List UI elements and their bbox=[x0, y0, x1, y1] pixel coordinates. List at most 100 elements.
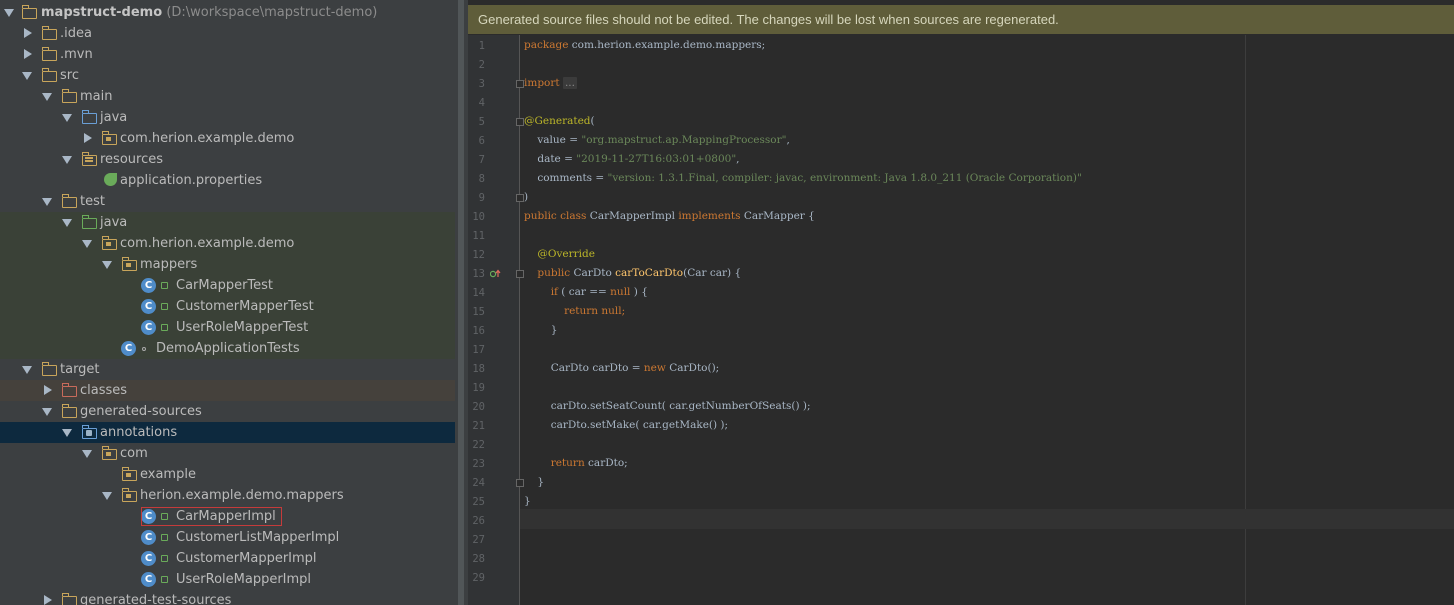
tree-row-user-role-mapper-impl[interactable]: C UserRoleMapperImpl bbox=[0, 569, 455, 590]
line-number[interactable]: 15 bbox=[468, 306, 485, 318]
line-number[interactable]: 11 bbox=[468, 230, 485, 242]
tree-row-application-properties[interactable]: application.properties bbox=[0, 170, 455, 191]
tree-row-annotations[interactable]: annotations bbox=[0, 422, 455, 443]
tree-row-test[interactable]: test bbox=[0, 191, 455, 212]
line-number[interactable]: 14 bbox=[468, 287, 485, 299]
code-line-5[interactable]: import ... bbox=[524, 77, 577, 89]
tree-row-gen-mappers[interactable]: herion.example.demo.mappers bbox=[0, 485, 455, 506]
code-line-13[interactable]: public class CarMapperImpl implements Ca… bbox=[524, 210, 815, 222]
code-line-23[interactable]: carDto.setSeatCount( car.getNumberOfSeat… bbox=[524, 400, 811, 412]
collapse-arrow[interactable] bbox=[44, 595, 52, 605]
code-line-9[interactable]: value = "org.mapstruct.ap.MappingProcess… bbox=[524, 134, 789, 146]
tree-row-customer-mapper-impl[interactable]: C CustomerMapperImpl bbox=[0, 548, 455, 569]
splitter-handle[interactable] bbox=[458, 0, 464, 605]
expand-arrow[interactable] bbox=[42, 198, 52, 206]
expand-arrow[interactable] bbox=[82, 240, 92, 248]
line-number[interactable]: 16 bbox=[468, 325, 485, 337]
tree-row-demo-application-tests[interactable]: C DemoApplicationTests bbox=[0, 338, 455, 359]
code-line-10[interactable]: date = "2019-11-27T16:03:01+0800", bbox=[524, 153, 739, 165]
code-editor[interactable]: Generated source files should not be edi… bbox=[468, 0, 1454, 605]
line-number[interactable]: 27 bbox=[468, 534, 485, 546]
expand-arrow[interactable] bbox=[4, 9, 14, 17]
tree-row-user-role-mapper-test[interactable]: C UserRoleMapperTest bbox=[0, 317, 455, 338]
tree-row-test-mappers[interactable]: mappers bbox=[0, 254, 455, 275]
line-number[interactable]: 22 bbox=[468, 439, 485, 451]
code-line-19[interactable]: } bbox=[524, 324, 558, 336]
expand-arrow[interactable] bbox=[82, 450, 92, 458]
code-line-16[interactable]: public CarDto carToCarDto(Car car) { bbox=[524, 267, 741, 279]
code-line-15[interactable]: @Override bbox=[524, 248, 595, 260]
expand-arrow[interactable] bbox=[22, 366, 32, 374]
collapse-arrow[interactable] bbox=[24, 49, 32, 59]
implements-marker-icon[interactable] bbox=[490, 269, 501, 278]
line-number[interactable]: 17 bbox=[468, 344, 485, 356]
fold-toggle-import[interactable] bbox=[516, 80, 524, 88]
fold-toggle-method-end[interactable] bbox=[516, 479, 524, 487]
line-number[interactable]: 8 bbox=[468, 173, 485, 185]
line-number[interactable]: 24 bbox=[468, 477, 485, 489]
line-number[interactable]: 2 bbox=[468, 59, 485, 71]
tree-row-customer-list-mapper-impl[interactable]: C CustomerListMapperImpl bbox=[0, 527, 455, 548]
code-line-21[interactable]: CarDto carDto = new CarDto(); bbox=[524, 362, 720, 374]
expand-arrow[interactable] bbox=[22, 72, 32, 80]
folded-imports[interactable]: ... bbox=[562, 77, 577, 89]
code-line-8[interactable]: @Generated( bbox=[524, 115, 595, 127]
tree-row-classes[interactable]: classes bbox=[0, 380, 455, 401]
tree-row-car-mapper-test[interactable]: C CarMapperTest bbox=[0, 275, 455, 296]
tree-row-src[interactable]: src bbox=[0, 65, 455, 86]
collapse-arrow[interactable] bbox=[24, 28, 32, 38]
line-number[interactable]: 25 bbox=[468, 496, 485, 508]
line-number[interactable]: 4 bbox=[468, 97, 485, 109]
tree-row-generated-sources[interactable]: generated-sources bbox=[0, 401, 455, 422]
expand-arrow[interactable] bbox=[62, 114, 72, 122]
expand-arrow[interactable] bbox=[42, 408, 52, 416]
code-line-17[interactable]: if ( car == null ) { bbox=[524, 286, 648, 298]
line-number[interactable]: 7 bbox=[468, 154, 485, 166]
tree-row-main-package[interactable]: com.herion.example.demo bbox=[0, 128, 455, 149]
code-line-18[interactable]: return null; bbox=[524, 305, 625, 317]
line-number[interactable]: 29 bbox=[468, 572, 485, 584]
line-number[interactable]: 3 bbox=[468, 78, 485, 90]
tree-row-test-package[interactable]: com.herion.example.demo bbox=[0, 233, 455, 254]
tree-row-mvn[interactable]: .mvn bbox=[0, 44, 455, 65]
tree-row-main[interactable]: main bbox=[0, 86, 455, 107]
line-number[interactable]: 10 bbox=[468, 211, 485, 223]
tree-row-customer-mapper-test[interactable]: C CustomerMapperTest bbox=[0, 296, 455, 317]
code-line-12[interactable]: ) bbox=[524, 191, 528, 203]
collapse-arrow[interactable] bbox=[44, 385, 52, 395]
line-number[interactable]: 18 bbox=[468, 363, 485, 375]
tree-row-project[interactable]: mapstruct-demo (D:\workspace\mapstruct-d… bbox=[0, 2, 455, 23]
tree-row-idea[interactable]: .idea bbox=[0, 23, 455, 44]
line-number[interactable]: 19 bbox=[468, 382, 485, 394]
tree-row-test-java[interactable]: java bbox=[0, 212, 455, 233]
code-line-26[interactable]: return carDto; bbox=[524, 457, 628, 469]
fold-toggle-generated[interactable] bbox=[516, 118, 524, 126]
line-number[interactable]: 21 bbox=[468, 420, 485, 432]
fold-toggle-generated-end[interactable] bbox=[516, 194, 524, 202]
line-number[interactable]: 5 bbox=[468, 116, 485, 128]
tree-row-generated-test-sources[interactable]: generated-test-sources bbox=[0, 590, 455, 605]
expand-arrow[interactable] bbox=[62, 219, 72, 227]
code-line-28[interactable]: } bbox=[524, 495, 531, 507]
line-number[interactable]: 9 bbox=[468, 192, 485, 204]
line-number[interactable]: 6 bbox=[468, 135, 485, 147]
code-line-27[interactable]: } bbox=[524, 476, 544, 488]
line-number[interactable]: 13 bbox=[468, 268, 485, 280]
line-number[interactable]: 26 bbox=[468, 515, 485, 527]
expand-arrow[interactable] bbox=[62, 156, 72, 164]
line-number[interactable]: 28 bbox=[468, 553, 485, 565]
tree-row-target[interactable]: target bbox=[0, 359, 455, 380]
panel-splitter[interactable] bbox=[455, 0, 468, 605]
tree-row-com[interactable]: com bbox=[0, 443, 455, 464]
code-line-11[interactable]: comments = "version: 1.3.1.Final, compil… bbox=[524, 172, 1081, 184]
line-number[interactable]: 23 bbox=[468, 458, 485, 470]
fold-toggle-method[interactable] bbox=[516, 270, 524, 278]
collapse-arrow[interactable] bbox=[84, 133, 92, 143]
tree-row-main-java[interactable]: java bbox=[0, 107, 455, 128]
expand-arrow[interactable] bbox=[102, 492, 112, 500]
tree-row-resources[interactable]: resources bbox=[0, 149, 455, 170]
line-number[interactable]: 20 bbox=[468, 401, 485, 413]
code-line-24[interactable]: carDto.setMake( car.getMake() ); bbox=[524, 419, 728, 431]
expand-arrow[interactable] bbox=[62, 429, 72, 437]
expand-arrow[interactable] bbox=[42, 93, 52, 101]
